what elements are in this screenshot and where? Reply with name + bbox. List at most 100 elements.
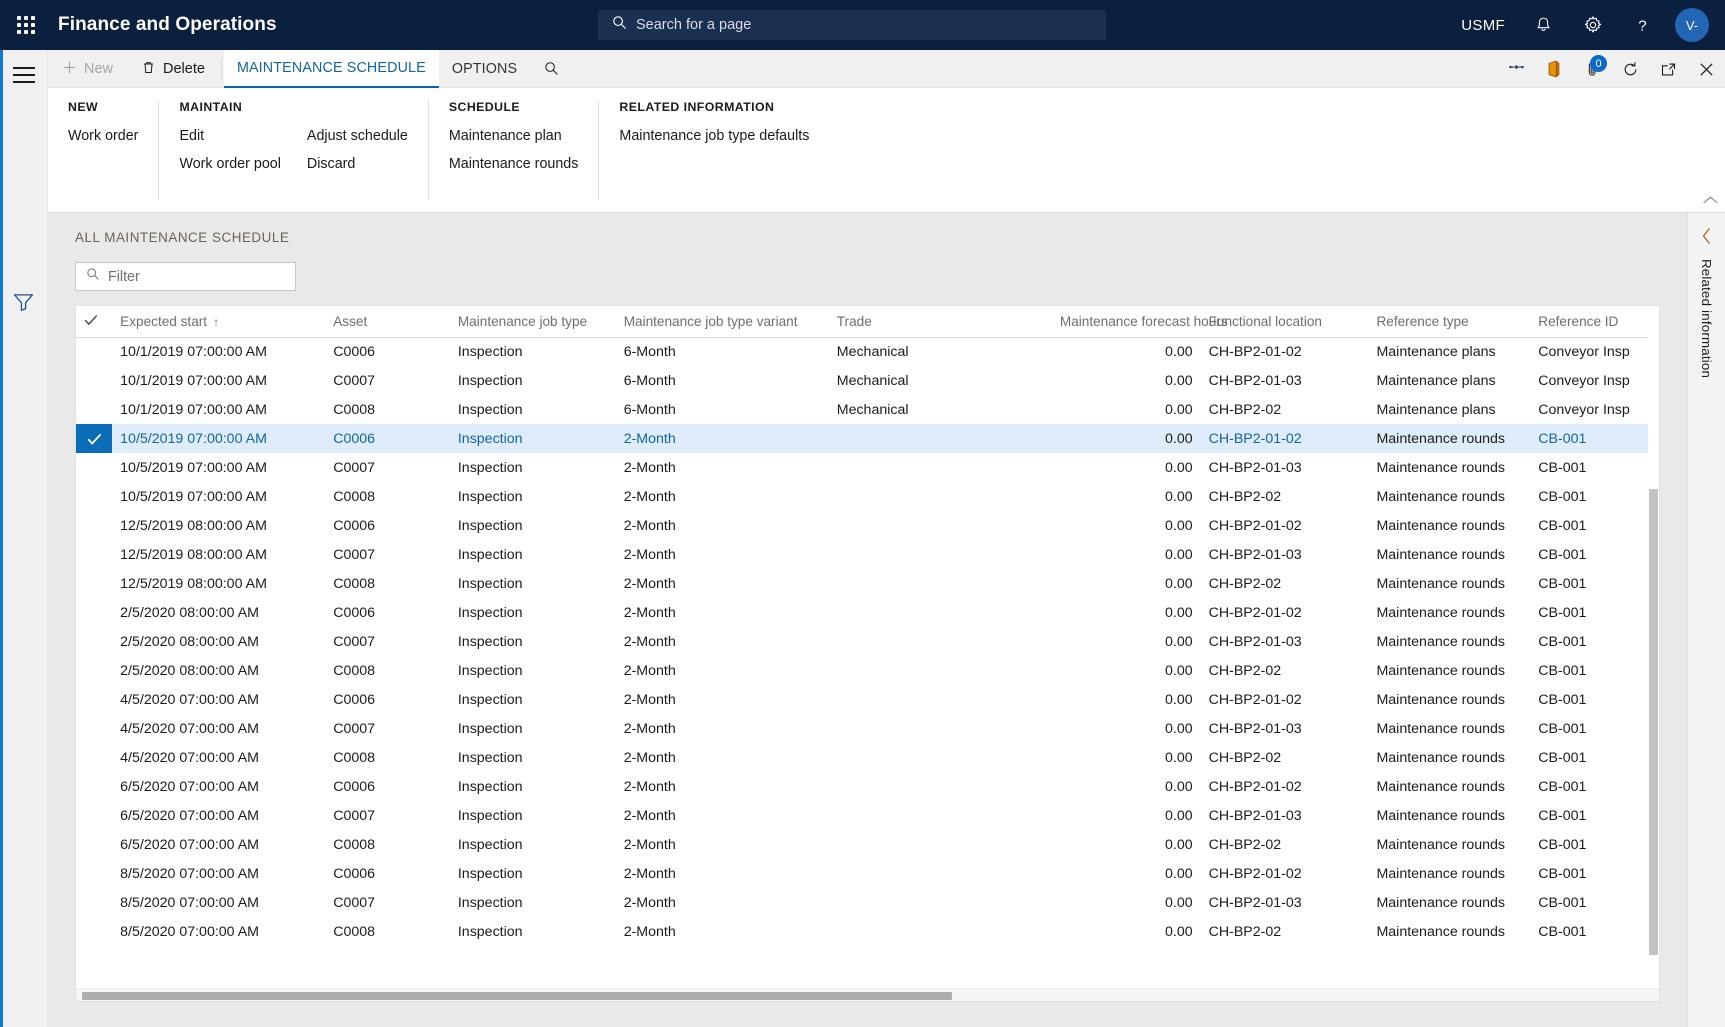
scrollbar-thumb[interactable] <box>82 992 952 1000</box>
grid-search-icon[interactable] <box>530 50 573 87</box>
column-header-reference-type[interactable]: Reference type <box>1368 306 1531 338</box>
row-select-checkbox[interactable] <box>76 917 112 946</box>
row-select-checkbox[interactable] <box>76 569 112 598</box>
row-select-checkbox[interactable] <box>76 656 112 685</box>
office-app-icon[interactable] <box>1535 50 1573 88</box>
table-row[interactable]: 2/5/2020 08:00:00 AM C0007 Inspection 2-Mon… <box>76 627 1659 656</box>
row-select-checkbox[interactable] <box>76 830 112 859</box>
cell-trade <box>829 917 1052 946</box>
cell-functional-location: CH-BP2-02 <box>1208 836 1282 853</box>
table-row[interactable]: 2/5/2020 08:00:00 AM C0006 Inspection 2-Mon… <box>76 598 1659 627</box>
row-select-checkbox[interactable] <box>76 482 112 511</box>
share-icon[interactable] <box>1497 50 1535 88</box>
row-select-checkbox[interactable] <box>76 859 112 888</box>
tab-options[interactable]: OPTIONS <box>439 50 530 88</box>
avatar[interactable]: V- <box>1675 8 1709 42</box>
ribbon-item-work-order[interactable]: Work order <box>68 127 138 145</box>
table-row[interactable]: 4/5/2020 07:00:00 AM C0007 Inspection 2-Mon… <box>76 714 1659 743</box>
row-select-checkbox[interactable] <box>76 424 113 453</box>
hamburger-menu-icon[interactable] <box>13 67 35 88</box>
table-row[interactable]: 6/5/2020 07:00:00 AM C0006 Inspection 2-Mon… <box>76 772 1659 801</box>
row-select-checkbox[interactable] <box>76 598 112 627</box>
company-selector[interactable]: USMF <box>1447 0 1519 50</box>
table-row[interactable]: 10/5/2019 07:00:00 AM C0007 Inspection 2-Mo… <box>76 453 1659 482</box>
row-select-checkbox[interactable] <box>76 743 112 772</box>
table-row[interactable]: 6/5/2020 07:00:00 AM C0008 Inspection 2-Mon… <box>76 830 1659 859</box>
row-select-checkbox[interactable] <box>76 540 112 569</box>
tab-maintenance-schedule[interactable]: MAINTENANCE SCHEDULE <box>223 50 439 88</box>
table-row[interactable]: 10/1/2019 07:00:00 AM C0006 Inspection 6-Mo… <box>76 337 1659 366</box>
refresh-icon[interactable] <box>1611 50 1649 88</box>
cell-reference-id: CB-001 <box>1538 604 1587 621</box>
question-icon[interactable]: ? <box>1618 0 1667 50</box>
table-row[interactable]: 2/5/2020 08:00:00 AM C0008 Inspection 2-Mon… <box>76 656 1659 685</box>
row-select-checkbox[interactable] <box>76 627 112 656</box>
filter-funnel-icon[interactable] <box>13 293 34 316</box>
column-header-functional-location[interactable]: Functional location <box>1200 306 1369 338</box>
table-row[interactable]: 12/5/2019 08:00:00 AM C0008 Inspection 2-Mo… <box>76 569 1659 598</box>
cell-maintenance-job-type-variant: 6-Month <box>623 372 676 389</box>
global-search-input[interactable]: Search for a page <box>598 10 1106 40</box>
table-row[interactable]: 6/5/2020 07:00:00 AM C0007 Inspection 2-Mon… <box>76 801 1659 830</box>
column-header-maintenance-forecast-hours[interactable]: Maintenance forecast hours <box>1051 306 1228 338</box>
filter-input[interactable]: Filter <box>75 262 296 291</box>
column-header-maintenance-job-type-variant[interactable]: Maintenance job type variant <box>615 306 829 338</box>
table-row[interactable]: 12/5/2019 08:00:00 AM C0007 Inspection 2-Mo… <box>76 540 1659 569</box>
ribbon-item-maintenance-job-type-defaults[interactable]: Maintenance job type defaults <box>619 127 809 145</box>
row-select-checkbox[interactable] <box>76 453 112 482</box>
delete-button[interactable]: Delete <box>127 50 219 88</box>
table-row[interactable]: 4/5/2020 07:00:00 AM C0006 Inspection 2-Mon… <box>76 685 1659 714</box>
select-all-header[interactable] <box>76 306 113 338</box>
table-row[interactable]: 10/1/2019 07:00:00 AM C0008 Inspection 6-Mo… <box>76 395 1659 424</box>
popout-icon[interactable] <box>1649 50 1687 88</box>
column-header-maintenance-job-type[interactable]: Maintenance job type <box>449 306 616 338</box>
ribbon-item-maintenance-plan[interactable]: Maintenance plan <box>449 127 579 145</box>
ribbon-item-work-order-pool[interactable]: Work order pool <box>179 155 280 173</box>
ribbon-item-adjust-schedule[interactable]: Adjust schedule <box>307 127 408 145</box>
cell-asset: C0007 <box>333 720 376 737</box>
row-select-checkbox[interactable] <box>76 337 112 366</box>
column-header-asset[interactable]: Asset <box>325 306 450 338</box>
close-icon[interactable] <box>1687 50 1725 88</box>
cell-reference-type: Maintenance plans <box>1376 401 1496 418</box>
row-select-checkbox[interactable] <box>76 395 112 424</box>
table-row[interactable]: 12/5/2019 08:00:00 AM C0006 Inspection 2-Mo… <box>76 511 1659 540</box>
row-select-checkbox[interactable] <box>76 511 112 540</box>
attachment-icon[interactable]: 0 <box>1573 50 1611 88</box>
table-row[interactable]: 10/5/2019 07:00:00 AM C0006 Inspection 2-Mo… <box>76 424 1659 453</box>
row-select-checkbox[interactable] <box>76 714 112 743</box>
related-information-label[interactable]: Related information <box>1699 259 1714 378</box>
ribbon-item-edit[interactable]: Edit <box>179 127 280 145</box>
gear-icon[interactable] <box>1568 0 1618 50</box>
table-row[interactable]: 10/5/2019 07:00:00 AM C0008 Inspection 2-Mo… <box>76 482 1659 511</box>
bell-icon[interactable] <box>1519 0 1568 50</box>
new-button[interactable]: New <box>48 50 127 88</box>
cell-functional-location: CH-BP2-01-02 <box>1208 517 1302 534</box>
row-select-checkbox[interactable] <box>76 888 112 917</box>
scrollbar-thumb[interactable] <box>1649 489 1658 955</box>
grid-vertical-scrollbar[interactable] <box>1648 337 1659 976</box>
cell-reference-id: CB-001 <box>1538 633 1587 650</box>
table-row[interactable]: 8/5/2020 07:00:00 AM C0006 Inspection 2-Mon… <box>76 859 1659 888</box>
cell-maintenance-job-type: Inspection <box>457 836 523 853</box>
table-row[interactable]: 10/1/2019 07:00:00 AM C0007 Inspection 6-Mo… <box>76 366 1659 395</box>
table-row[interactable]: 4/5/2020 07:00:00 AM C0008 Inspection 2-Mon… <box>76 743 1659 772</box>
column-header-reference-id[interactable]: Reference ID <box>1530 306 1659 338</box>
row-select-checkbox[interactable] <box>76 366 112 395</box>
row-select-checkbox[interactable] <box>76 772 112 801</box>
app-launcher-icon[interactable] <box>0 0 52 50</box>
column-header-trade[interactable]: Trade <box>828 306 1052 338</box>
chevron-left-icon[interactable] <box>1701 227 1713 250</box>
table-row[interactable]: 8/5/2020 07:00:00 AM C0008 Inspection 2-Mon… <box>76 917 1659 946</box>
cell-reference-type: Maintenance plans <box>1376 343 1496 360</box>
row-select-checkbox[interactable] <box>76 801 112 830</box>
grid-horizontal-scrollbar[interactable] <box>76 988 1659 1001</box>
table-row[interactable]: 8/5/2020 07:00:00 AM C0007 Inspection 2-Mon… <box>76 888 1659 917</box>
cell-functional-location: CH-BP2-02 <box>1208 662 1282 679</box>
cell-reference-type: Maintenance rounds <box>1376 604 1506 621</box>
column-header-expected-start[interactable]: Expected start ↑ <box>112 306 326 338</box>
row-select-checkbox[interactable] <box>76 685 112 714</box>
ribbon-item-discard[interactable]: Discard <box>307 155 408 173</box>
ribbon-item-maintenance-rounds[interactable]: Maintenance rounds <box>449 155 579 173</box>
chevron-up-icon[interactable] <box>1702 193 1719 211</box>
